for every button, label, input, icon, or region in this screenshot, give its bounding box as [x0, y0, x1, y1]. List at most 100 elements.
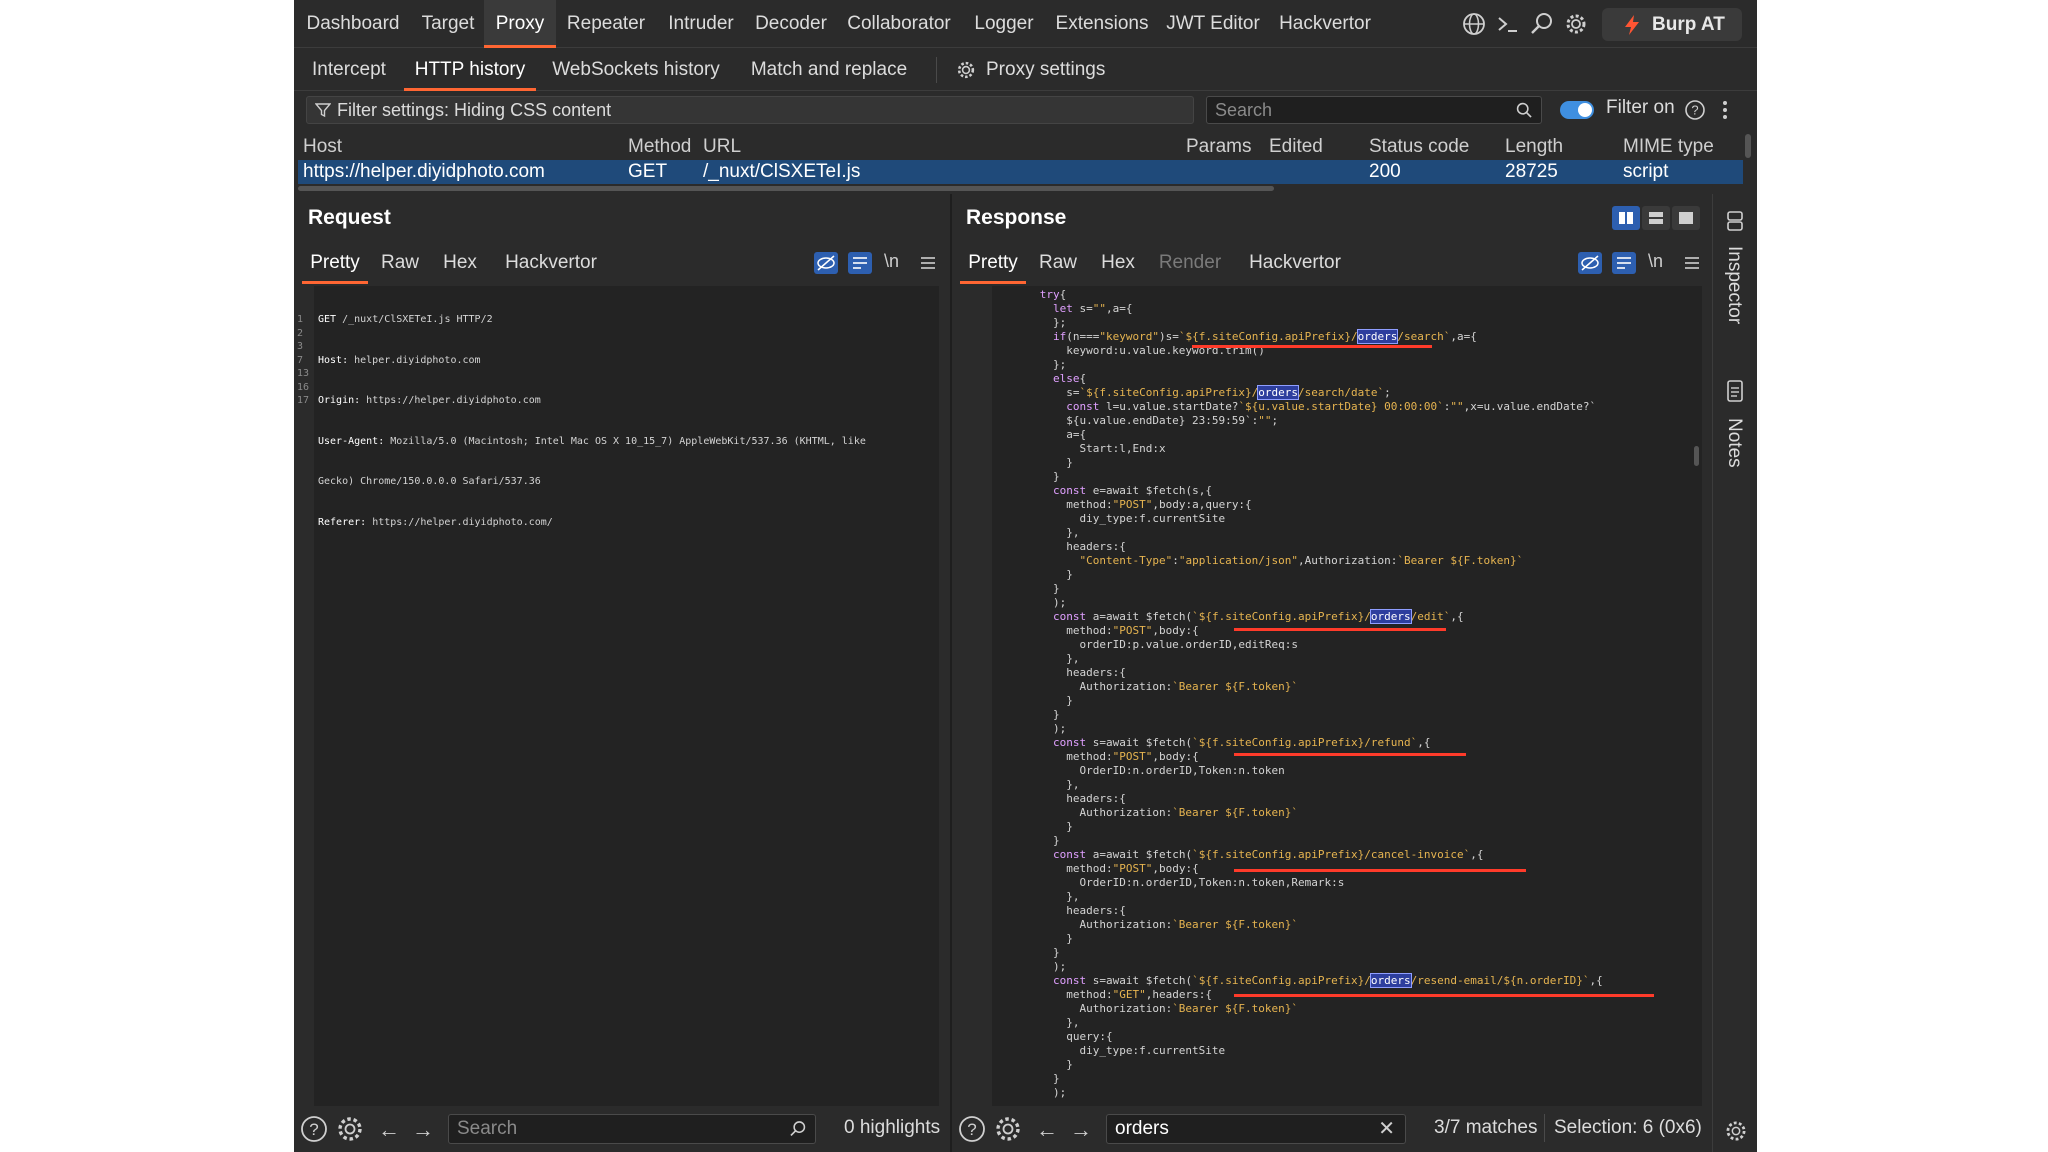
underline-orders-edit — [1234, 628, 1446, 631]
globe-icon[interactable] — [1460, 10, 1488, 38]
row-url: /_nuxt/ClSXETeI.js — [703, 161, 861, 182]
hide-nonprintable-icon[interactable] — [1578, 252, 1602, 274]
code-line: } — [1000, 820, 1073, 833]
response-vscroll[interactable] — [1694, 446, 1699, 466]
column-url[interactable]: URL — [703, 136, 741, 158]
tab-intercept[interactable]: Intercept — [294, 48, 404, 91]
request-tab-pretty[interactable]: Pretty — [302, 248, 368, 284]
response-tab-render[interactable]: Render — [1152, 248, 1228, 284]
help-icon[interactable]: ? — [1684, 99, 1706, 121]
column-method[interactable]: Method — [628, 136, 691, 158]
tab-target[interactable]: Target — [412, 0, 484, 48]
code-line: Authorization:`Bearer ${F.token}` — [1000, 806, 1299, 819]
wrap-lines-icon[interactable] — [848, 252, 872, 274]
tab-dashboard[interactable]: Dashboard — [294, 0, 412, 48]
request-search-input[interactable]: Search — [448, 1114, 816, 1144]
notes-icon[interactable] — [1725, 380, 1745, 402]
filter-settings-bar[interactable]: Filter settings: Hiding CSS content — [306, 96, 1194, 124]
underline-resend-email — [1234, 994, 1654, 997]
menu-icon[interactable] — [920, 255, 936, 271]
code-line: }, — [1000, 652, 1080, 665]
tab-collaborator[interactable]: Collaborator — [836, 0, 962, 48]
gear-icon[interactable] — [1723, 1118, 1749, 1144]
request-tab-raw[interactable]: Raw — [372, 248, 428, 284]
tab-http-history[interactable]: HTTP history — [404, 48, 536, 91]
column-mime-type[interactable]: MIME type — [1623, 136, 1714, 158]
svg-text:?: ? — [967, 1120, 976, 1139]
inspector-icon[interactable] — [1725, 210, 1745, 232]
response-tab-hackvertor[interactable]: Hackvertor — [1240, 248, 1350, 284]
proxy-settings-button[interactable]: Proxy settings — [954, 48, 1124, 91]
hide-nonprintable-icon[interactable] — [814, 252, 838, 274]
help-icon[interactable]: ? — [956, 1113, 988, 1145]
gear-icon[interactable] — [334, 1113, 366, 1145]
code-line: a={ — [1000, 428, 1087, 441]
table-hscroll[interactable] — [298, 186, 1274, 191]
burp-ai-button[interactable]: Burp AT — [1602, 8, 1742, 41]
code-line: } — [1000, 470, 1060, 483]
notes-tab[interactable]: Notes — [1723, 418, 1745, 468]
gear-icon[interactable] — [1562, 10, 1590, 38]
tab-hackvertor[interactable]: Hackvertor — [1268, 0, 1382, 48]
column-params[interactable]: Params — [1186, 136, 1251, 158]
code-line: } — [1000, 932, 1073, 945]
response-search-input[interactable]: orders ✕ — [1106, 1114, 1406, 1144]
tab-intruder[interactable]: Intruder — [656, 0, 746, 48]
response-tab-hex[interactable]: Hex — [1092, 248, 1144, 284]
right-sidebar: Inspector Notes — [1712, 194, 1757, 1152]
newline-toggle-icon[interactable]: \n — [884, 251, 899, 272]
toggle-knob — [1578, 103, 1592, 117]
code-line: } — [1000, 708, 1060, 721]
response-search-value: orders — [1115, 1118, 1169, 1139]
column-host[interactable]: Host — [303, 136, 342, 158]
panel-splitter[interactable] — [950, 194, 952, 1152]
menu-icon[interactable] — [1684, 255, 1700, 271]
tab-websockets-history[interactable]: WebSockets history — [536, 48, 736, 91]
column-status-code[interactable]: Status code — [1369, 136, 1469, 158]
row-host: https://helper.diyidphoto.com — [303, 161, 545, 182]
tab-jwt-editor[interactable]: JWT Editor — [1158, 0, 1268, 48]
table-vscroll[interactable] — [1745, 134, 1751, 158]
filter-on-label: Filter on — [1606, 97, 1675, 118]
next-match-icon[interactable]: → — [1068, 1117, 1094, 1143]
request-tab-hackvertor[interactable]: Hackvertor — [496, 248, 606, 284]
response-editor[interactable]: try{ let s="",a={ }; if(n==="keyword")s=… — [970, 286, 1702, 1106]
rows-icon — [1649, 212, 1663, 224]
request-tab-hex[interactable]: Hex — [434, 248, 486, 284]
filter-toggle[interactable] — [1560, 101, 1594, 119]
history-search-input[interactable]: Search — [1206, 96, 1542, 124]
column-length[interactable]: Length — [1505, 136, 1563, 158]
help-icon[interactable]: ? — [298, 1113, 330, 1145]
column-edited[interactable]: Edited — [1269, 136, 1323, 158]
code-line: ); — [1000, 1086, 1067, 1099]
tab-decoder[interactable]: Decoder — [746, 0, 836, 48]
underline-refund — [1234, 753, 1466, 756]
code-line: query:{ — [1000, 1030, 1113, 1043]
terminal-icon[interactable] — [1494, 10, 1522, 38]
response-tab-raw[interactable]: Raw — [1030, 248, 1086, 284]
code-line: Start:l,End:x — [1000, 442, 1166, 455]
code-line: }; — [1000, 358, 1067, 371]
tab-logger[interactable]: Logger — [962, 0, 1046, 48]
code-line: const l=u.value.startDate?`${u.value.sta… — [1066, 400, 1597, 413]
previous-match-icon[interactable]: ← — [376, 1117, 402, 1143]
tab-proxy[interactable]: Proxy — [484, 0, 556, 48]
tab-extensions[interactable]: Extensions — [1046, 0, 1158, 48]
tab-repeater[interactable]: Repeater — [556, 0, 656, 48]
inspector-tab[interactable]: Inspector — [1723, 246, 1745, 324]
request-text: GET /_nuxt/ClSXETeI.js HTTP/2 Host: help… — [318, 314, 866, 528]
response-match-count: 3/7 matches — [1434, 1117, 1538, 1138]
gear-icon[interactable] — [992, 1113, 1024, 1145]
response-tab-pretty[interactable]: Pretty — [960, 248, 1026, 284]
search-icon[interactable] — [1528, 10, 1556, 38]
newline-toggle-icon[interactable]: \n — [1648, 251, 1663, 272]
tab-match-and-replace[interactable]: Match and replace — [736, 48, 922, 91]
previous-match-icon[interactable]: ← — [1034, 1117, 1060, 1143]
code-line: Authorization:`Bearer ${F.token}` — [1000, 1002, 1299, 1015]
lightning-icon — [1625, 15, 1639, 35]
more-options-icon[interactable] — [1720, 99, 1730, 121]
request-editor[interactable]: 1 2 3 7 13 16 17 GET /_nuxt/ClSXETeI.js HTTP/2… — [294, 286, 939, 1106]
wrap-lines-icon[interactable] — [1612, 252, 1636, 274]
clear-search-icon[interactable]: ✕ — [1378, 1115, 1395, 1143]
next-match-icon[interactable]: → — [410, 1117, 436, 1143]
